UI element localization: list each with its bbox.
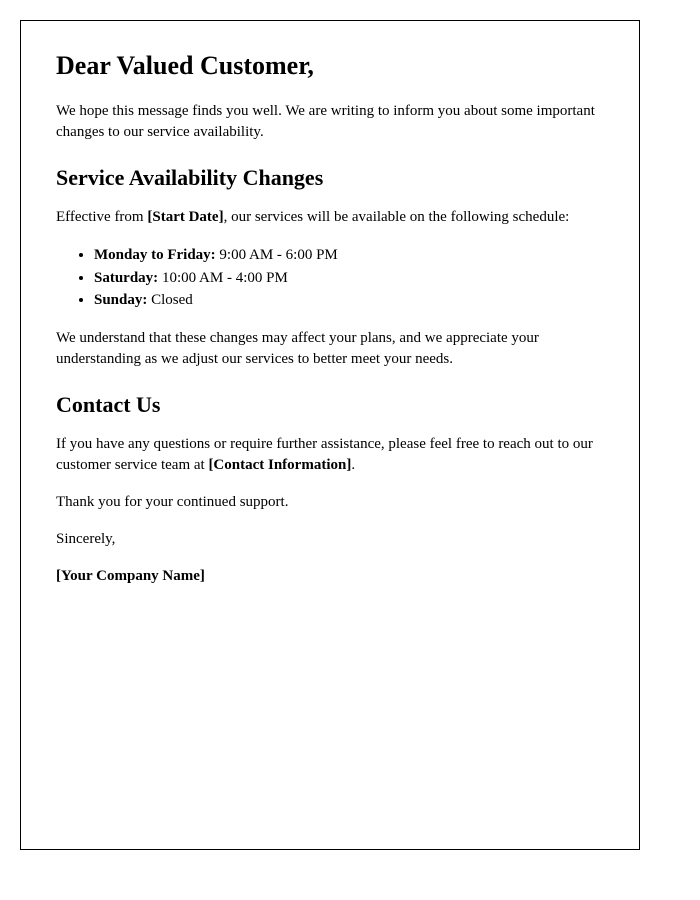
company-name-placeholder: [Your Company Name] bbox=[56, 566, 604, 587]
section-heading-changes: Service Availability Changes bbox=[56, 165, 604, 191]
signoff: Sincerely, bbox=[56, 529, 604, 550]
thanks-paragraph: Thank you for your continued support. bbox=[56, 492, 604, 513]
contact-text-after: . bbox=[351, 457, 355, 473]
list-item: Saturday: 10:00 AM - 4:00 PM bbox=[94, 267, 604, 290]
schedule-label: Saturday: bbox=[94, 270, 158, 286]
schedule-hours: 10:00 AM - 4:00 PM bbox=[158, 270, 288, 286]
intro-paragraph: We hope this message finds you well. We … bbox=[56, 101, 604, 143]
contact-info-placeholder: [Contact Information] bbox=[208, 457, 351, 473]
effective-paragraph: Effective from [Start Date], our service… bbox=[56, 207, 604, 228]
list-item: Sunday: Closed bbox=[94, 289, 604, 312]
start-date-placeholder: [Start Date] bbox=[147, 209, 223, 225]
list-item: Monday to Friday: 9:00 AM - 6:00 PM bbox=[94, 244, 604, 267]
section-heading-contact: Contact Us bbox=[56, 392, 604, 418]
contact-paragraph: If you have any questions or require fur… bbox=[56, 434, 604, 476]
schedule-hours: 9:00 AM - 6:00 PM bbox=[216, 247, 338, 263]
schedule-hours: Closed bbox=[147, 292, 192, 308]
understanding-paragraph: We understand that these changes may aff… bbox=[56, 328, 604, 370]
greeting-heading: Dear Valued Customer, bbox=[56, 51, 604, 81]
effective-text-before: Effective from bbox=[56, 209, 147, 225]
letter-document: Dear Valued Customer, We hope this messa… bbox=[20, 20, 640, 850]
schedule-list: Monday to Friday: 9:00 AM - 6:00 PM Satu… bbox=[56, 244, 604, 312]
schedule-label: Monday to Friday: bbox=[94, 247, 216, 263]
effective-text-after: , our services will be available on the … bbox=[224, 209, 570, 225]
schedule-label: Sunday: bbox=[94, 292, 147, 308]
